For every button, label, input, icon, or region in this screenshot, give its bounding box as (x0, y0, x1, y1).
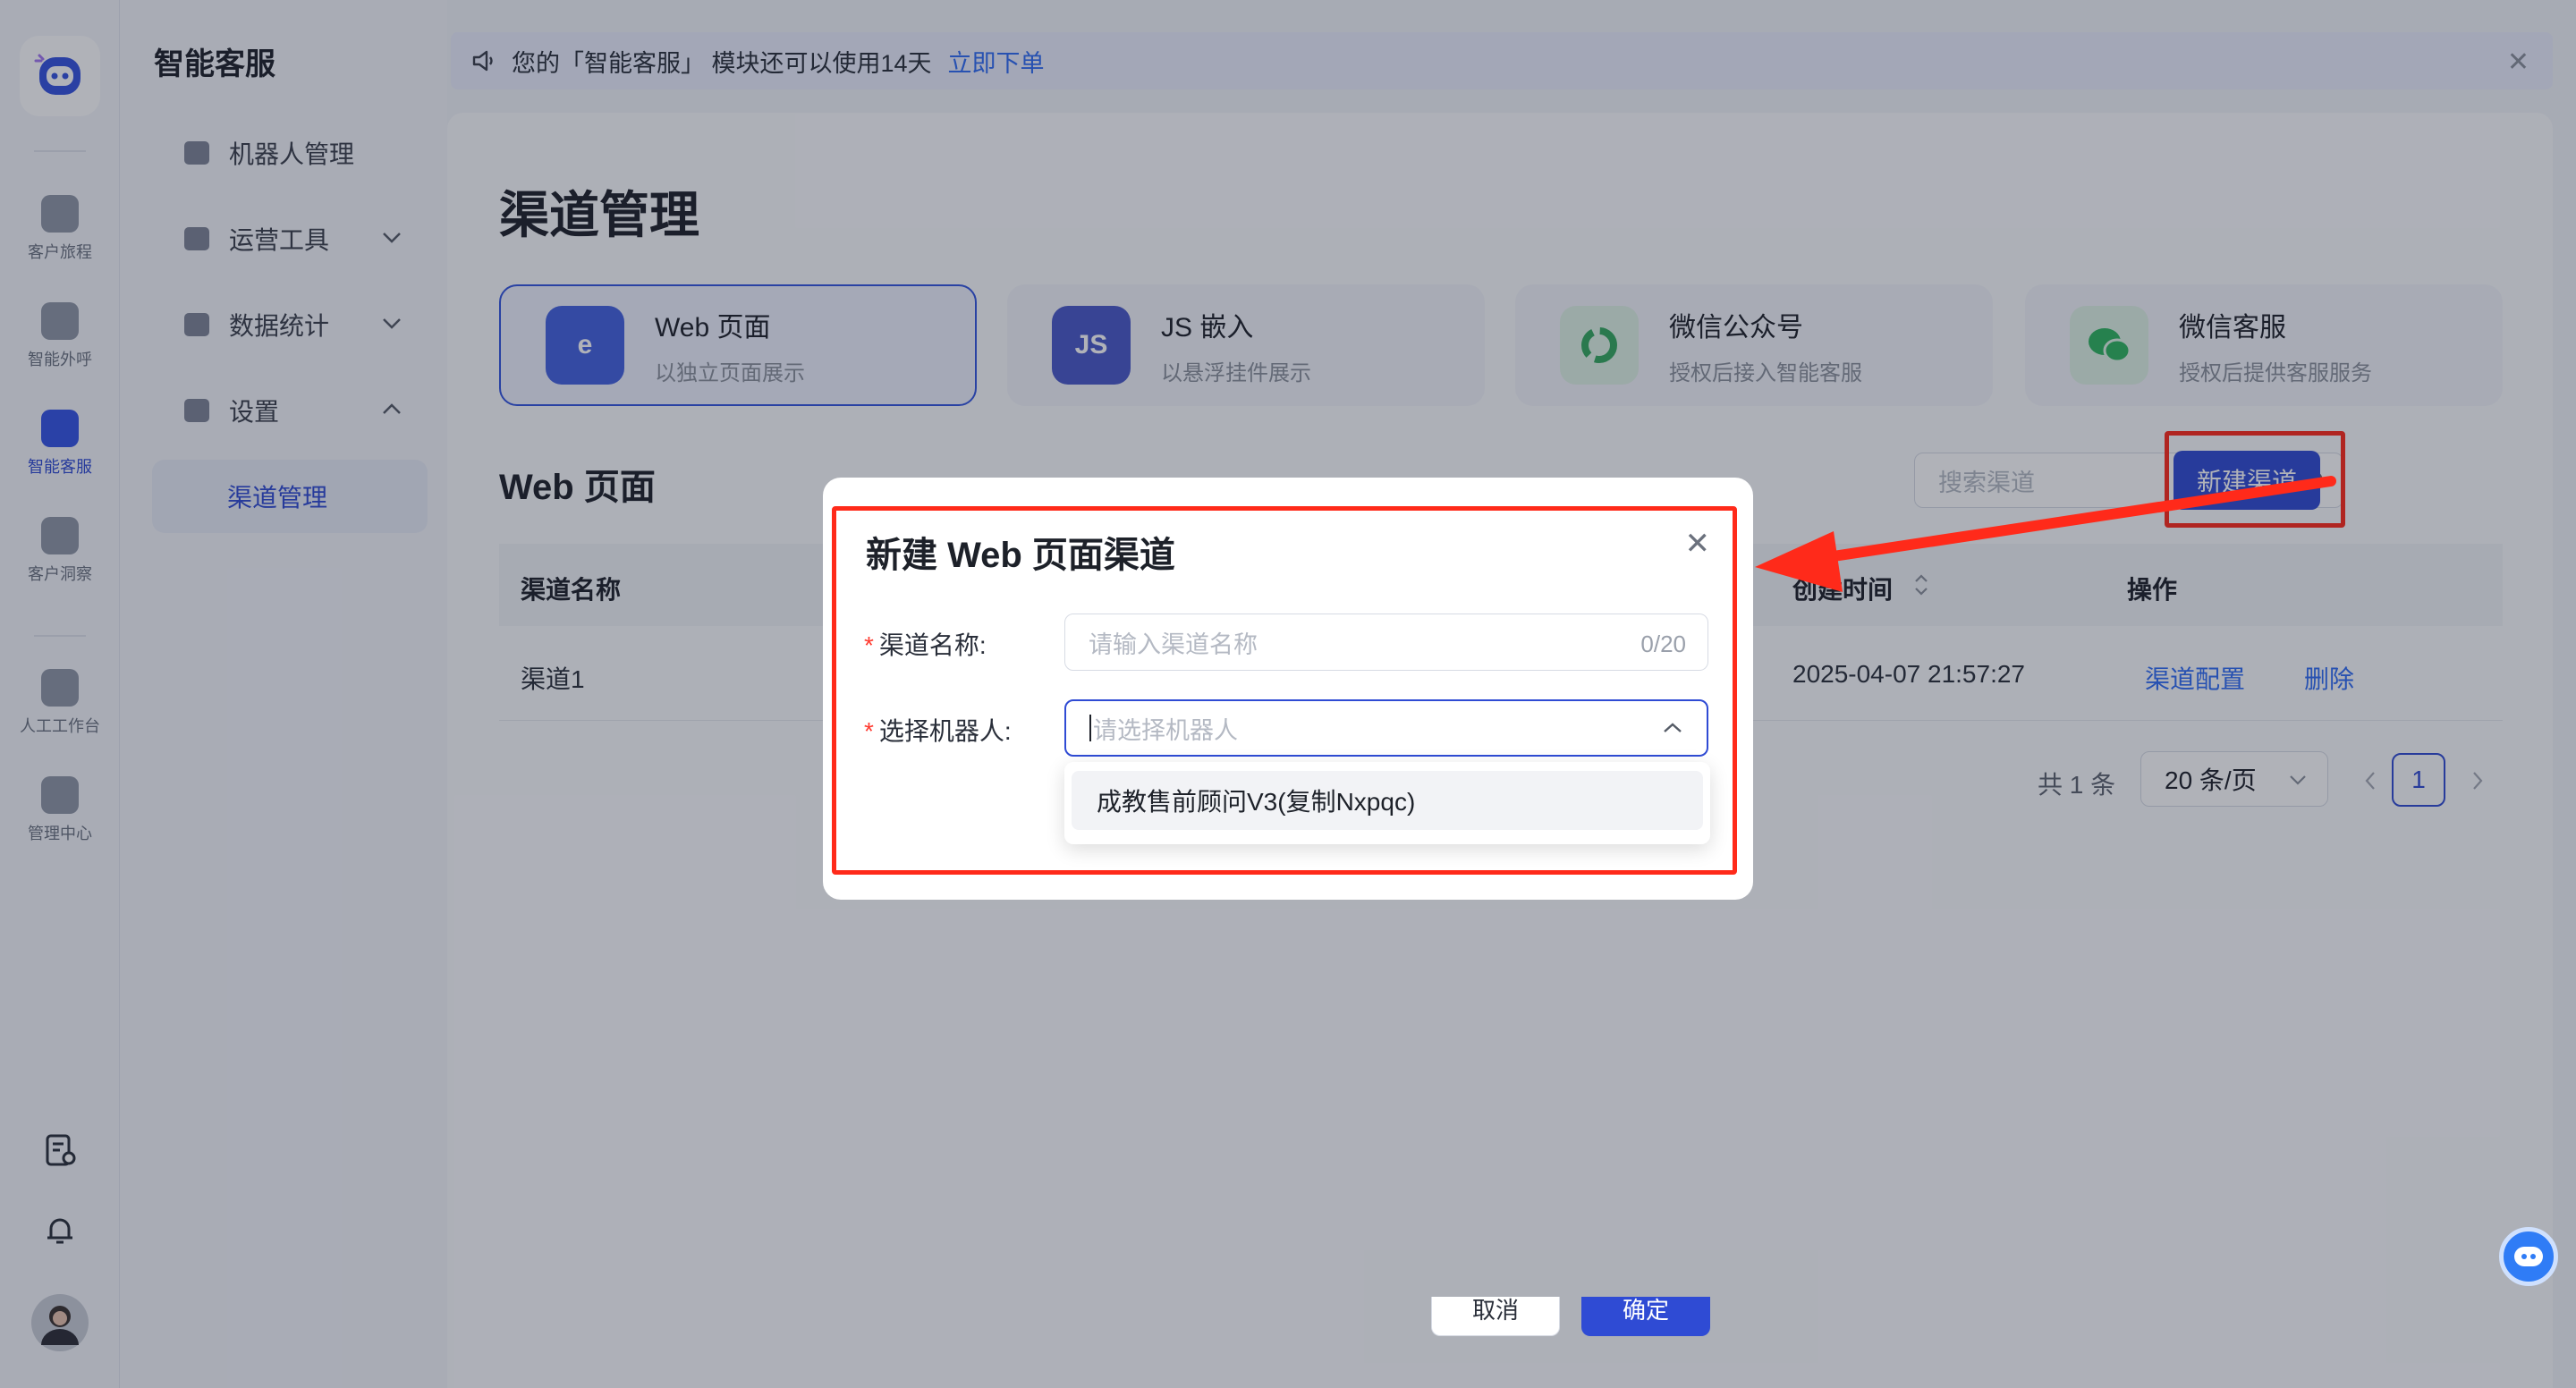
robot-option[interactable]: 成教售前顾问V3(复制Nxpqc) (1072, 771, 1703, 830)
robot-dropdown: 成教售前顾问V3(复制Nxpqc) (1064, 762, 1710, 844)
assistant-fab[interactable] (2499, 1227, 2558, 1286)
robot-icon (2514, 1247, 2543, 1266)
cancel-button[interactable]: 取消 (1431, 1297, 1560, 1336)
confirm-button[interactable]: 确定 (1581, 1297, 1710, 1336)
